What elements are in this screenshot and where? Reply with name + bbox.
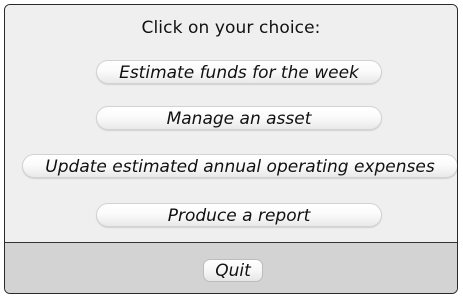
dialog-footer: Quit [5,243,457,293]
quit-button[interactable]: Quit [203,259,263,282]
estimate-funds-button[interactable]: Estimate funds for the week [96,60,382,84]
choice-dialog: Click on your choice: Estimate funds for… [4,4,458,294]
update-operating-expenses-button[interactable]: Update estimated annual operating expens… [22,154,457,178]
choice-prompt: Click on your choice: [141,18,321,38]
choices-panel: Click on your choice: Estimate funds for… [5,5,457,242]
produce-report-button[interactable]: Produce a report [96,203,382,227]
manage-asset-button[interactable]: Manage an asset [96,106,382,130]
